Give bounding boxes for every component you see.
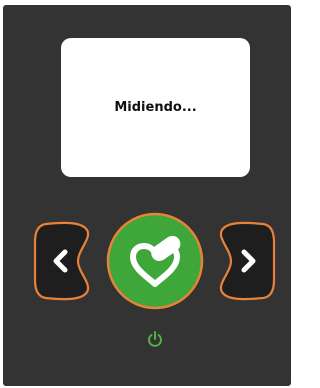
previous-button[interactable] bbox=[32, 220, 92, 302]
power-icon bbox=[148, 331, 162, 347]
chevron-left-icon bbox=[33, 221, 90, 301]
confirm-button[interactable] bbox=[106, 212, 204, 310]
display-message: Midiendo... bbox=[114, 100, 197, 115]
chevron-right-icon bbox=[219, 221, 276, 301]
heart-pill-icon bbox=[106, 212, 204, 310]
power-button[interactable] bbox=[147, 330, 163, 348]
display-screen: Midiendo... bbox=[61, 38, 250, 177]
device-body: Midiendo... bbox=[3, 5, 291, 386]
next-button[interactable] bbox=[217, 220, 277, 302]
